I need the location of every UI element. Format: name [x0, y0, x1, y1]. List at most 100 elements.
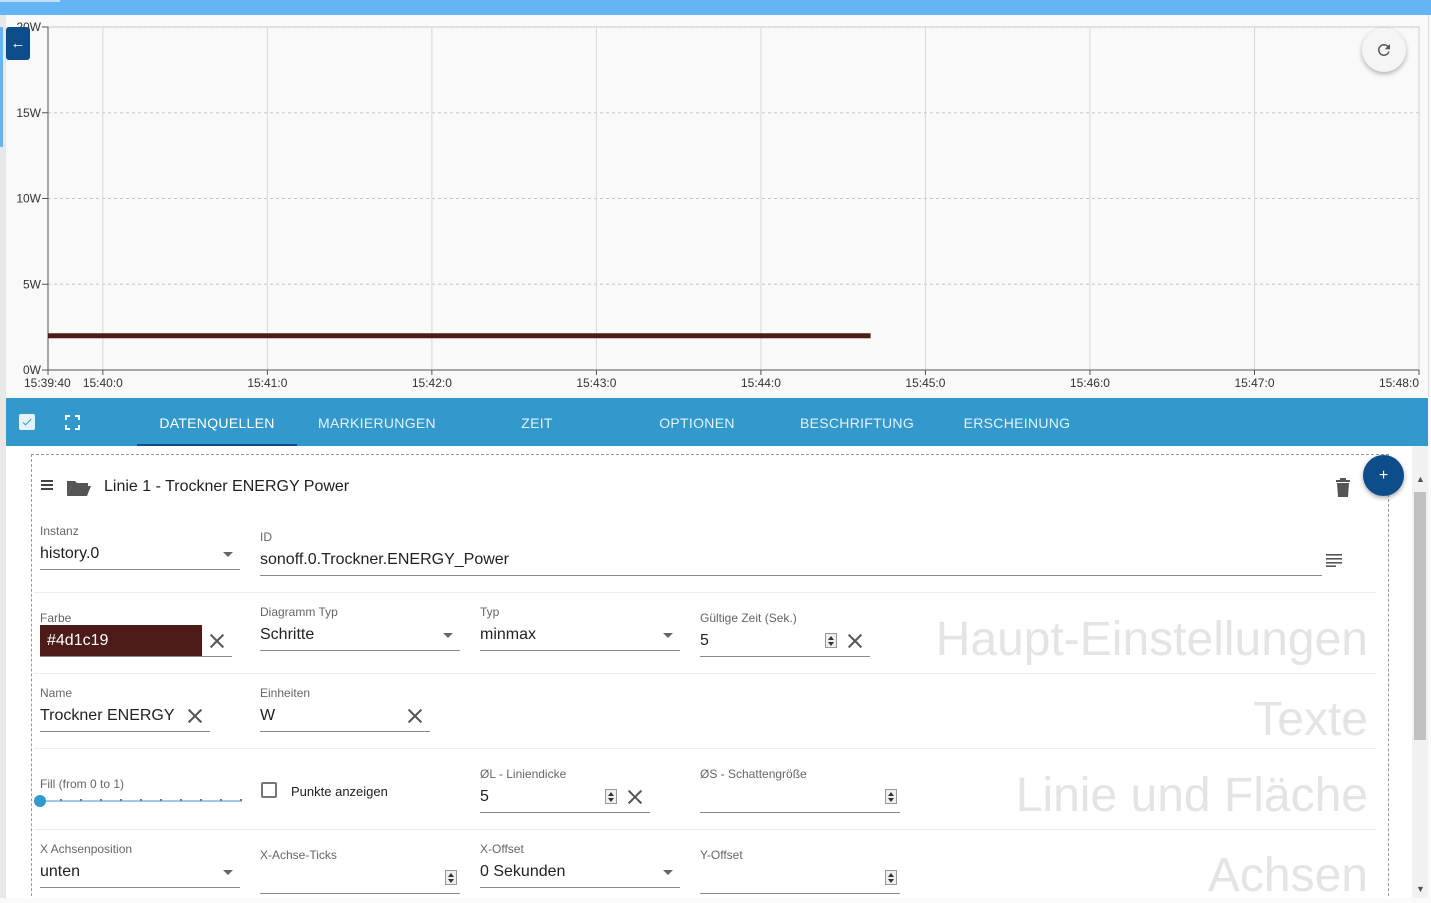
x-achse-ticks-input[interactable]	[260, 893, 460, 894]
y-offset-input[interactable]	[700, 893, 900, 894]
section-achsen: Achsen	[1207, 849, 1368, 902]
x-tick-label: 15:47:0	[1234, 376, 1274, 390]
check-icon[interactable]	[19, 414, 35, 430]
x-tick-label: 15:39:40	[24, 376, 71, 390]
einheiten-label: Einheiten	[260, 686, 311, 700]
punkte-label: Punkte anzeigen	[291, 784, 388, 799]
scroll-up-icon[interactable]: ▲	[1416, 474, 1425, 484]
slider-tick	[80, 799, 82, 801]
trash-icon[interactable]	[1335, 478, 1351, 498]
punkte-checkbox[interactable]	[261, 782, 277, 798]
tab-optionen[interactable]: OPTIONEN	[617, 398, 777, 446]
x-achsenposition-select[interactable]: unten	[40, 863, 80, 881]
x-offset-label: X-Offset	[480, 842, 524, 856]
tab-erscheinung[interactable]: ERSCHEINUNG	[937, 398, 1097, 446]
schatten-input[interactable]	[700, 812, 900, 813]
tab-bar: DATENQUELLEN MARKIERUNGEN ZEIT OPTIONEN …	[6, 398, 1428, 446]
stepper-icon[interactable]	[605, 789, 617, 804]
tab-beschriftung[interactable]: BESCHRIFTUNG	[777, 398, 937, 446]
fullscreen-icon[interactable]	[65, 415, 80, 430]
id-input[interactable]: sonoff.0.Trockner.ENERGY_Power	[260, 551, 509, 569]
chart-area: 0W5W10W15W20W15:39:4015:40:015:41:015:42…	[6, 15, 1429, 397]
line-title: Linie 1 - Trockner ENERGY Power	[104, 478, 350, 495]
x-tick-label: 15:45:0	[905, 376, 945, 390]
typ-label: Typ	[480, 605, 500, 619]
clear-color-icon[interactable]	[209, 633, 225, 649]
x-tick-label: 15:40:0	[83, 376, 123, 390]
tab-zeit[interactable]: ZEIT	[457, 398, 617, 446]
list-icon[interactable]	[1326, 553, 1342, 567]
clear-name-icon[interactable]	[187, 708, 203, 724]
gueltige-zeit-label: Gültige Zeit (Sek.)	[700, 611, 797, 625]
stepper-icon[interactable]	[885, 870, 897, 885]
chevron-down-icon	[443, 633, 453, 638]
y-offset-label: Y-Offset	[700, 848, 743, 862]
stepper-icon[interactable]	[885, 789, 897, 804]
scrollbar[interactable]: ▲ ▼	[1412, 446, 1428, 898]
section-haupt-einstellungen: Haupt-Einstellungen	[935, 613, 1368, 666]
x-tick-label: 15:42:0	[412, 376, 452, 390]
top-bar	[0, 0, 1431, 15]
settings-panel	[6, 446, 1412, 898]
chevron-down-icon	[223, 870, 233, 875]
x-tick-label: 15:48:0	[1379, 376, 1419, 390]
section-texte: Texte	[1253, 693, 1368, 746]
section-linie-und-flaeche: Linie und Fläche	[1015, 769, 1368, 822]
y-tick-label: 15W	[16, 106, 41, 120]
x-achse-ticks-label: X-Achse-Ticks	[260, 848, 337, 862]
y-tick-label: 10W	[16, 192, 41, 206]
x-offset-select[interactable]: 0 Sekunden	[480, 863, 565, 881]
y-tick-label: 5W	[23, 277, 42, 291]
slider-tick	[220, 799, 222, 801]
liniendicke-label: ØL - Liniendicke	[480, 767, 567, 781]
slider-tick	[100, 799, 102, 801]
chevron-down-icon	[663, 633, 673, 638]
clear-gueltige-zeit-icon[interactable]	[847, 633, 863, 649]
scroll-thumb[interactable]	[1414, 492, 1426, 740]
color-input[interactable]: #4d1c19	[40, 625, 202, 656]
diagramm-typ-select[interactable]: Schritte	[260, 626, 314, 644]
instanz-select[interactable]: history.0	[40, 545, 99, 563]
slider-tick	[180, 799, 182, 801]
drag-handle-icon[interactable]	[41, 478, 55, 490]
line-card	[31, 454, 1389, 898]
x-tick-label: 15:41:0	[247, 376, 287, 390]
name-label: Name	[40, 686, 73, 700]
x-tick-label: 15:44:0	[741, 376, 781, 390]
x-tick-label: 15:43:0	[576, 376, 616, 390]
x-tick-label: 15:46:0	[1070, 376, 1110, 390]
instanz-label: Instanz	[40, 524, 79, 538]
slider-tick	[120, 799, 122, 801]
scroll-down-icon[interactable]: ▼	[1416, 884, 1425, 894]
clear-einheiten-icon[interactable]	[407, 708, 423, 724]
stepper-icon[interactable]	[445, 870, 457, 885]
slider-tick	[140, 799, 142, 801]
gueltige-zeit-input[interactable]: 5	[700, 632, 709, 650]
arrow-left-icon[interactable]: ←	[6, 27, 30, 60]
chevron-down-icon	[663, 870, 673, 875]
tab-datenquellen[interactable]: DATENQUELLEN	[137, 398, 297, 446]
fill-slider-thumb[interactable]	[34, 795, 46, 807]
stepper-icon[interactable]	[825, 633, 837, 648]
chart: 0W5W10W15W20W15:39:4015:40:015:41:015:42…	[16, 20, 1420, 390]
tab-markierungen[interactable]: MARKIERUNGEN	[297, 398, 457, 446]
clear-liniendicke-icon[interactable]	[627, 789, 643, 805]
slider-tick	[160, 799, 162, 801]
slider-tick	[60, 799, 62, 801]
id-label: ID	[260, 530, 272, 544]
slider-tick	[200, 799, 202, 801]
add-line-button[interactable]: +	[1363, 455, 1404, 496]
schatten-label: ØS - Schattengröße	[700, 767, 807, 781]
y-tick-label: 0W	[23, 363, 42, 377]
name-input[interactable]: Trockner ENERGY	[40, 707, 175, 725]
diagramm-typ-label: Diagramm Typ	[260, 605, 338, 619]
einheiten-input[interactable]: W	[260, 707, 275, 725]
farbe-label: Farbe	[40, 611, 72, 625]
fill-label: Fill (from 0 to 1)	[40, 777, 125, 791]
typ-select[interactable]: minmax	[480, 626, 536, 644]
liniendicke-input[interactable]: 5	[480, 788, 489, 806]
slider-tick	[240, 799, 242, 801]
refresh-icon[interactable]	[1362, 28, 1406, 72]
chevron-down-icon	[223, 552, 233, 557]
folder-open-icon[interactable]	[66, 478, 92, 498]
